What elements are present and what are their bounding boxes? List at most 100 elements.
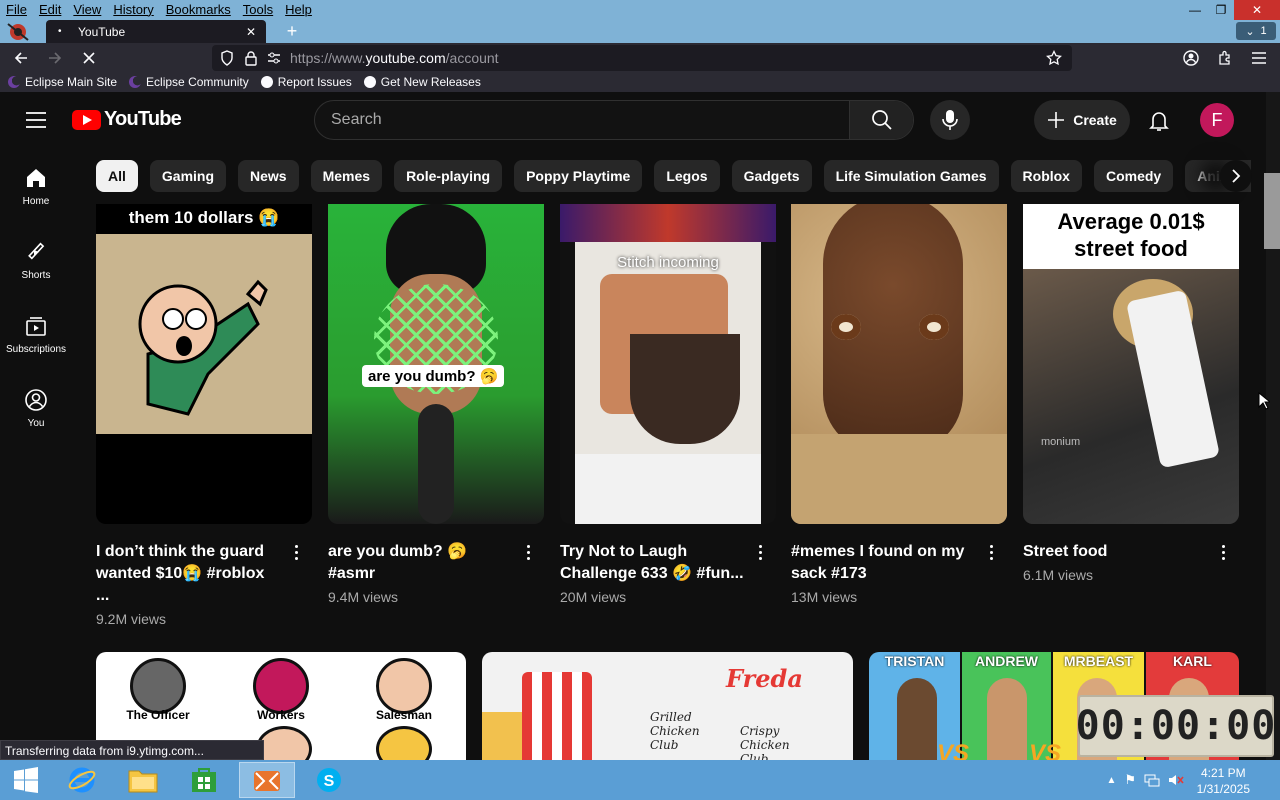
voice-search-button[interactable]: [930, 100, 970, 140]
menu-tools[interactable]: Tools: [243, 2, 273, 17]
sidebar-item-label: Home: [22, 196, 50, 207]
lock-icon[interactable]: [244, 50, 258, 66]
avatar[interactable]: F: [1200, 103, 1234, 137]
create-button[interactable]: Create: [1034, 100, 1130, 140]
chip-roblox[interactable]: Roblox: [1010, 160, 1082, 192]
short-card[interactable]: them 10 dollars 😭 I don’t think the guar…: [96, 204, 312, 627]
short-thumbnail[interactable]: are you dumb? 🥱: [328, 204, 544, 524]
short-title[interactable]: are you dumb? 🥱 #asmr: [328, 541, 514, 585]
chip-gaming[interactable]: Gaming: [149, 160, 227, 192]
tab-youtube[interactable]: • YouTube ✕: [46, 20, 266, 43]
taskbar-store[interactable]: [178, 762, 230, 798]
notifications-button[interactable]: [1140, 102, 1178, 140]
tray-expand-icon[interactable]: ▲: [1106, 775, 1116, 786]
forward-button[interactable]: [44, 47, 66, 69]
sidebar-item-shorts[interactable]: Shorts: [0, 240, 72, 300]
short-thumbnail[interactable]: Stitch incoming: [560, 204, 776, 524]
app-menu-button[interactable]: [1248, 47, 1270, 69]
short-title[interactable]: Try Not to Laugh Challenge 633 🤣 #fun...: [560, 541, 746, 585]
video-thumbnail[interactable]: Freda Grilled Chicken Club Crispy Chicke…: [482, 652, 853, 760]
start-button[interactable]: [0, 762, 52, 798]
short-title[interactable]: I don’t think the guard wanted $10😭 #rob…: [96, 541, 282, 607]
sidebar-item-home[interactable]: Home: [0, 166, 72, 226]
flag-icon[interactable]: ⚑: [1124, 772, 1136, 788]
more-actions-icon[interactable]: [983, 542, 999, 562]
network-icon[interactable]: [1144, 773, 1160, 787]
scrollbar-thumb[interactable]: [1264, 173, 1280, 249]
menu-file[interactable]: File: [6, 2, 27, 17]
chip-all[interactable]: All: [96, 160, 138, 192]
short-thumbnail[interactable]: [791, 204, 1007, 524]
thumbnail-label: KARL: [1173, 653, 1212, 669]
search-button[interactable]: [849, 101, 913, 139]
back-button[interactable]: [10, 47, 32, 69]
chip-legos[interactable]: Legos: [654, 160, 720, 192]
chip-role-playing[interactable]: Role-playing: [394, 160, 503, 192]
menu-help[interactable]: Help: [285, 2, 312, 17]
new-tab-button[interactable]: +: [282, 21, 302, 41]
menu-edit[interactable]: Edit: [39, 2, 61, 17]
short-views: 13M views: [791, 589, 858, 605]
folder-icon: [128, 770, 158, 793]
thumbnail-label: Workers: [257, 708, 305, 722]
chip-news[interactable]: News: [238, 160, 299, 192]
short-card[interactable]: Stitch incoming Try Not to Laugh Challen…: [560, 204, 776, 605]
youtube-logo[interactable]: YouTube: [72, 108, 182, 131]
chip-memes[interactable]: Memes: [310, 160, 383, 192]
bookmark-get-new-releases[interactable]: Get New Releases: [363, 75, 481, 89]
taskbar-internet-explorer[interactable]: [56, 762, 108, 798]
stop-button[interactable]: [78, 47, 100, 69]
chip-gadgets[interactable]: Gadgets: [731, 160, 812, 192]
windows-logo-icon: [14, 767, 38, 793]
svg-text:S: S: [324, 773, 335, 790]
taskbar-clock[interactable]: 4:21 PM 1/31/2025: [1197, 765, 1250, 797]
sidebar-item-you[interactable]: You: [0, 388, 72, 448]
more-actions-icon[interactable]: [1215, 542, 1231, 562]
thumbnail-label: MRBEAST: [1063, 653, 1134, 669]
short-title[interactable]: Street food: [1023, 541, 1209, 563]
menu-bookmarks[interactable]: Bookmarks: [166, 2, 231, 17]
sidebar-item-subscriptions[interactable]: Subscriptions: [0, 314, 72, 374]
search-icon: [871, 110, 892, 130]
minimize-button[interactable]: —: [1182, 0, 1208, 20]
bookmark-eclipse-community[interactable]: Eclipse Community: [129, 75, 249, 89]
shield-icon[interactable]: [220, 50, 234, 66]
chips-next-button[interactable]: [1220, 160, 1252, 192]
more-actions-icon[interactable]: [288, 542, 304, 562]
chip-life-simulation-games[interactable]: Life Simulation Games: [823, 160, 999, 192]
short-views: 9.2M views: [96, 611, 167, 627]
tab-list-button[interactable]: ⌄ 1: [1236, 22, 1276, 40]
menu-view[interactable]: View: [73, 2, 101, 17]
bookmark-eclipse-main[interactable]: Eclipse Main Site: [8, 75, 117, 89]
taskbar-file-explorer[interactable]: [117, 762, 169, 798]
chip-comedy[interactable]: Comedy: [1093, 160, 1174, 192]
url-host: youtube.com: [365, 50, 446, 66]
taskbar-browser[interactable]: [239, 762, 295, 798]
short-thumbnail[interactable]: Average 0.01$ street food monium: [1023, 204, 1239, 524]
guide-menu-icon[interactable]: [24, 109, 48, 131]
bookmark-star-icon[interactable]: [1046, 50, 1062, 66]
taskbar-skype[interactable]: S: [303, 762, 355, 798]
short-card[interactable]: #memes I found on my sack #173 13M views: [791, 204, 1007, 605]
address-bar[interactable]: https://www. youtube.com/account: [212, 45, 1072, 71]
search-box: [314, 100, 914, 140]
short-thumbnail[interactable]: them 10 dollars 😭: [96, 204, 312, 524]
search-input[interactable]: [315, 101, 851, 139]
more-actions-icon[interactable]: [520, 542, 536, 562]
menu-history[interactable]: History: [113, 2, 153, 17]
bookmark-report-issues[interactable]: Report Issues: [260, 75, 352, 89]
short-card[interactable]: Average 0.01$ street food monium Street …: [1023, 204, 1239, 583]
account-button[interactable]: [1180, 47, 1202, 69]
permissions-icon[interactable]: [266, 51, 282, 65]
extensions-button[interactable]: [1214, 47, 1236, 69]
github-icon: [260, 76, 273, 88]
volume-muted-icon[interactable]: [1168, 773, 1184, 787]
close-window-button[interactable]: ✕: [1234, 0, 1280, 20]
short-card[interactable]: are you dumb? 🥱 are you dumb? 🥱 #asmr 9.…: [328, 204, 544, 605]
chip-poppy-playtime[interactable]: Poppy Playtime: [514, 160, 643, 192]
more-actions-icon[interactable]: [752, 542, 768, 562]
tab-close-icon[interactable]: ✕: [246, 25, 256, 39]
short-title[interactable]: #memes I found on my sack #173: [791, 541, 977, 585]
youtube-page: YouTube Create F Home Shorts Subscriptio…: [0, 92, 1266, 760]
maximize-button[interactable]: ❐: [1208, 0, 1234, 20]
